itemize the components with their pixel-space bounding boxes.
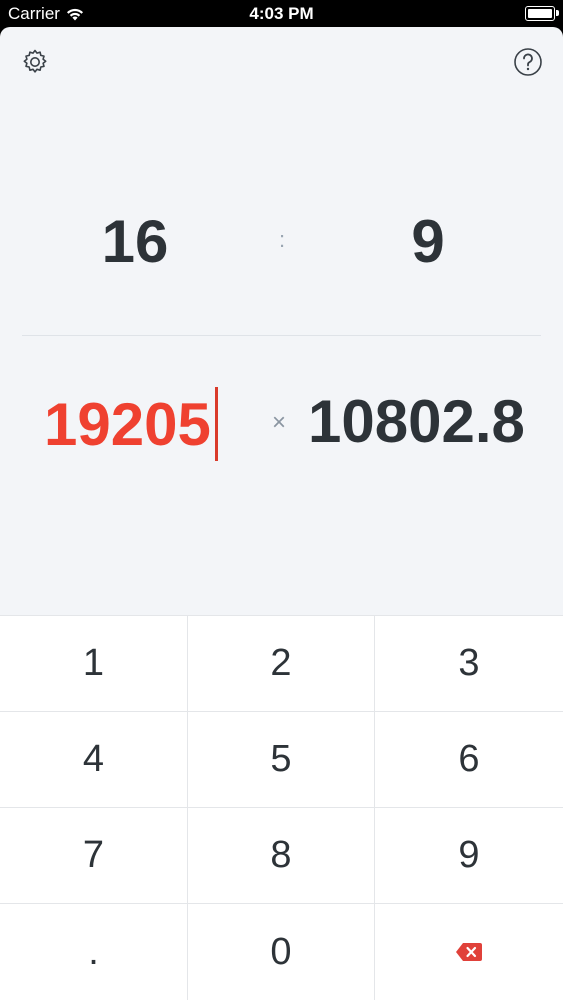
key-decimal[interactable]: . <box>0 903 188 1000</box>
key-backspace[interactable] <box>375 903 563 1000</box>
text-cursor <box>214 387 218 461</box>
settings-button[interactable] <box>17 44 53 80</box>
ratio-height-value[interactable]: 9 <box>353 207 503 276</box>
resolution-width-field[interactable]: 19205 <box>44 387 218 461</box>
clock: 4:03 PM <box>249 4 314 23</box>
numeric-keypad: 1 2 3 4 5 6 7 8 9 . 0 <box>0 615 563 1000</box>
app-screen: 16 : 9 19205 × 10802.8 1 2 3 4 5 6 7 8 9… <box>0 27 563 1000</box>
key-6[interactable]: 6 <box>375 711 563 807</box>
key-4[interactable]: 4 <box>0 711 188 807</box>
resolution-width-value: 19205 <box>44 390 211 458</box>
multiply-sign: × <box>272 409 287 436</box>
ratio-separator: : <box>278 227 286 252</box>
key-3[interactable]: 3 <box>375 615 563 711</box>
gear-icon <box>23 49 47 73</box>
key-9[interactable]: 9 <box>375 807 563 903</box>
help-button[interactable] <box>510 44 546 80</box>
resolution-height-value[interactable]: 10802.8 <box>308 387 525 456</box>
backspace-icon <box>456 943 482 961</box>
resolution-row: 19205 × 10802.8 <box>0 387 563 467</box>
battery-icon <box>525 6 559 21</box>
status-bar: Carrier 4:03 PM <box>0 0 563 28</box>
aspect-ratio-row: 16 : 9 <box>0 207 563 287</box>
key-8[interactable]: 8 <box>188 807 375 903</box>
key-0[interactable]: 0 <box>188 903 375 1000</box>
key-1[interactable]: 1 <box>0 615 188 711</box>
key-7[interactable]: 7 <box>0 807 188 903</box>
question-circle-icon <box>514 48 542 76</box>
key-5[interactable]: 5 <box>188 711 375 807</box>
key-2[interactable]: 2 <box>188 615 375 711</box>
divider <box>22 335 541 336</box>
ratio-width-value[interactable]: 16 <box>60 207 210 276</box>
